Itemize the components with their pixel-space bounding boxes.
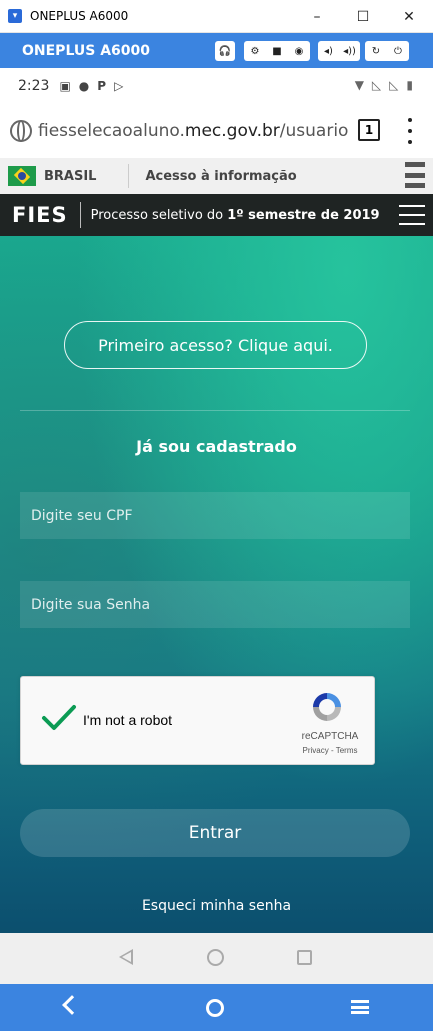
more-options-icon[interactable] — [400, 118, 420, 144]
media-button-group: ⚙ ■ ◉ — [244, 41, 310, 61]
settings-icon[interactable]: ⚙ — [244, 46, 266, 57]
cpf-placeholder: Digite seu CPF — [31, 507, 133, 524]
android-nav-bar — [0, 933, 433, 984]
fies-divider — [79, 202, 81, 228]
gov-bar: BRASIL Acesso à informação — [0, 158, 433, 194]
device-name: ONEPLUS A6000 — [22, 42, 150, 59]
process-prefix: Processo seletivo do — [90, 207, 228, 223]
vysor-nav-bar — [0, 984, 433, 1031]
gov-divider — [128, 164, 130, 188]
password-input[interactable]: Digite sua Senha — [20, 581, 410, 628]
recaptcha-widget: I'm not a robot reCAPTCHA Privacy - Term… — [20, 676, 375, 765]
recaptcha-privacy-terms[interactable]: Privacy - Terms — [291, 746, 369, 755]
first-access-button[interactable]: Primeiro acesso? Clique aqui. — [64, 321, 367, 369]
minimize-button[interactable]: – — [294, 0, 340, 33]
tab-switcher-button[interactable]: 1 — [358, 119, 380, 141]
gov-menu-icon[interactable] — [405, 162, 425, 188]
app-icon: ▾ — [8, 9, 22, 23]
gov-brasil-link[interactable]: BRASIL — [44, 169, 96, 184]
maximize-button[interactable]: ☐ — [340, 0, 386, 33]
browser-toolbar: fiesselecaoaluno.mec.gov.br/usuario-logi… — [0, 104, 433, 158]
recent-apps-icon[interactable] — [297, 950, 312, 965]
volume-up-icon[interactable]: ◂)) — [339, 46, 360, 57]
home-icon[interactable] — [207, 949, 224, 966]
volume-button-group: ◂) ◂)) — [318, 41, 360, 61]
power-button-group: ↻ ⏻ — [365, 41, 409, 61]
no-signal-icon: ◺ — [389, 78, 399, 92]
process-semester: 1º semestre de 2019 — [227, 207, 380, 223]
login-heading: Já sou cadastrado — [136, 437, 297, 456]
url-prefix: fiesselecaoaluno. — [38, 121, 185, 141]
sync-icon: ● — [78, 79, 90, 93]
play-store-icon: ▷ — [114, 79, 124, 93]
recaptcha-label: I'm not a robot — [83, 712, 173, 728]
brazil-flag-icon — [8, 166, 36, 186]
acesso-informacao-link[interactable]: Acesso à informação — [145, 169, 296, 184]
video-icon[interactable]: ■ — [266, 46, 288, 57]
login-hero: Primeiro acesso? Clique aqui. Já sou cad… — [0, 236, 433, 933]
power-icon[interactable]: ⏻ — [387, 46, 409, 57]
globe-icon — [10, 120, 32, 142]
cpf-input[interactable]: Digite seu CPF — [20, 492, 410, 539]
close-button[interactable]: ✕ — [386, 0, 432, 33]
device-toolbar: ONEPLUS A6000 🎧 ⚙ ■ ◉ ◂) ◂)) ↻ ⏻ — [0, 33, 433, 68]
vysor-home-icon[interactable] — [206, 999, 224, 1017]
url-domain: mec.gov.br — [184, 121, 280, 141]
gallery-icon: ▣ — [59, 79, 71, 93]
password-placeholder: Digite sua Senha — [31, 596, 151, 613]
fies-logo[interactable]: FIES — [12, 203, 68, 227]
volume-down-icon[interactable]: ◂) — [318, 46, 339, 57]
wifi-icon: ▼ — [354, 78, 364, 92]
rotate-icon[interactable]: ↻ — [365, 46, 387, 57]
battery-icon: ▮ — [406, 78, 413, 92]
vysor-back-icon[interactable] — [62, 995, 82, 1015]
vysor-menu-icon[interactable] — [351, 1000, 369, 1014]
login-submit-button[interactable]: Entrar — [20, 809, 410, 857]
process-title: Processo seletivo do 1º semestre de 2019 — [91, 208, 380, 223]
url-field[interactable]: fiesselecaoaluno.mec.gov.br/usuario-logi — [38, 121, 348, 141]
forgot-password-link[interactable]: Esqueci minha senha — [0, 898, 433, 914]
window-title-bar: ▾ ONEPLUS A6000 – ☐ ✕ — [0, 0, 433, 33]
hamburger-menu-icon[interactable] — [399, 205, 425, 225]
recaptcha-logo-icon — [313, 693, 341, 721]
url-path: /usuario-logi — [279, 121, 348, 141]
recaptcha-brand: reCAPTCHA — [301, 731, 359, 742]
android-status-bar: 2:23 ▣ ● P ▷ ▼ ◺ ◺ ▮ — [0, 68, 433, 104]
window-title: ONEPLUS A6000 — [30, 9, 129, 23]
fies-header: FIES Processo seletivo do 1º semestre de… — [0, 194, 433, 236]
p-icon: P — [97, 79, 107, 93]
camera-icon[interactable]: ◉ — [288, 46, 310, 57]
back-icon[interactable] — [119, 949, 133, 965]
headset-icon[interactable]: 🎧 — [215, 41, 235, 61]
no-signal-icon: ◺ — [371, 78, 382, 92]
hero-divider — [20, 410, 410, 411]
status-time: 2:23 — [18, 78, 50, 94]
checkmark-icon[interactable] — [41, 703, 77, 733]
